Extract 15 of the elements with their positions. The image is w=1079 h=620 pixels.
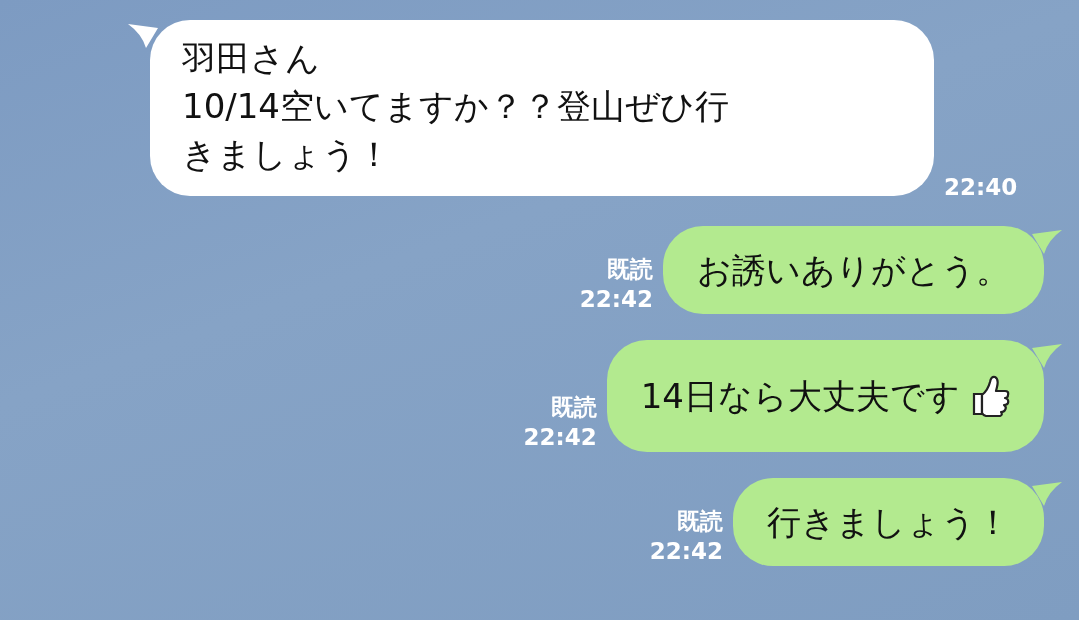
message-text: お誘いありがとう。 (697, 249, 1010, 292)
message-text: 10/14空いてますか？？登山ぜひ行 (182, 85, 730, 128)
message-time: 22:42 (523, 423, 597, 452)
message-text: きましょう！ (182, 133, 392, 176)
message-time: 22:40 (944, 173, 1018, 202)
message-time: 22:42 (649, 537, 723, 566)
read-receipt: 既読 (677, 507, 723, 536)
message-text: 羽田さん (182, 37, 321, 80)
read-receipt: 既読 (607, 255, 653, 284)
thumbs-up-icon (970, 374, 1010, 418)
message-text: 14日なら大丈夫です (640, 375, 960, 418)
message-text: 行きましょう！ (767, 501, 1010, 544)
bubble-tail (128, 24, 158, 48)
read-receipt: 既読 (550, 393, 597, 422)
message-time: 22:42 (579, 285, 653, 314)
